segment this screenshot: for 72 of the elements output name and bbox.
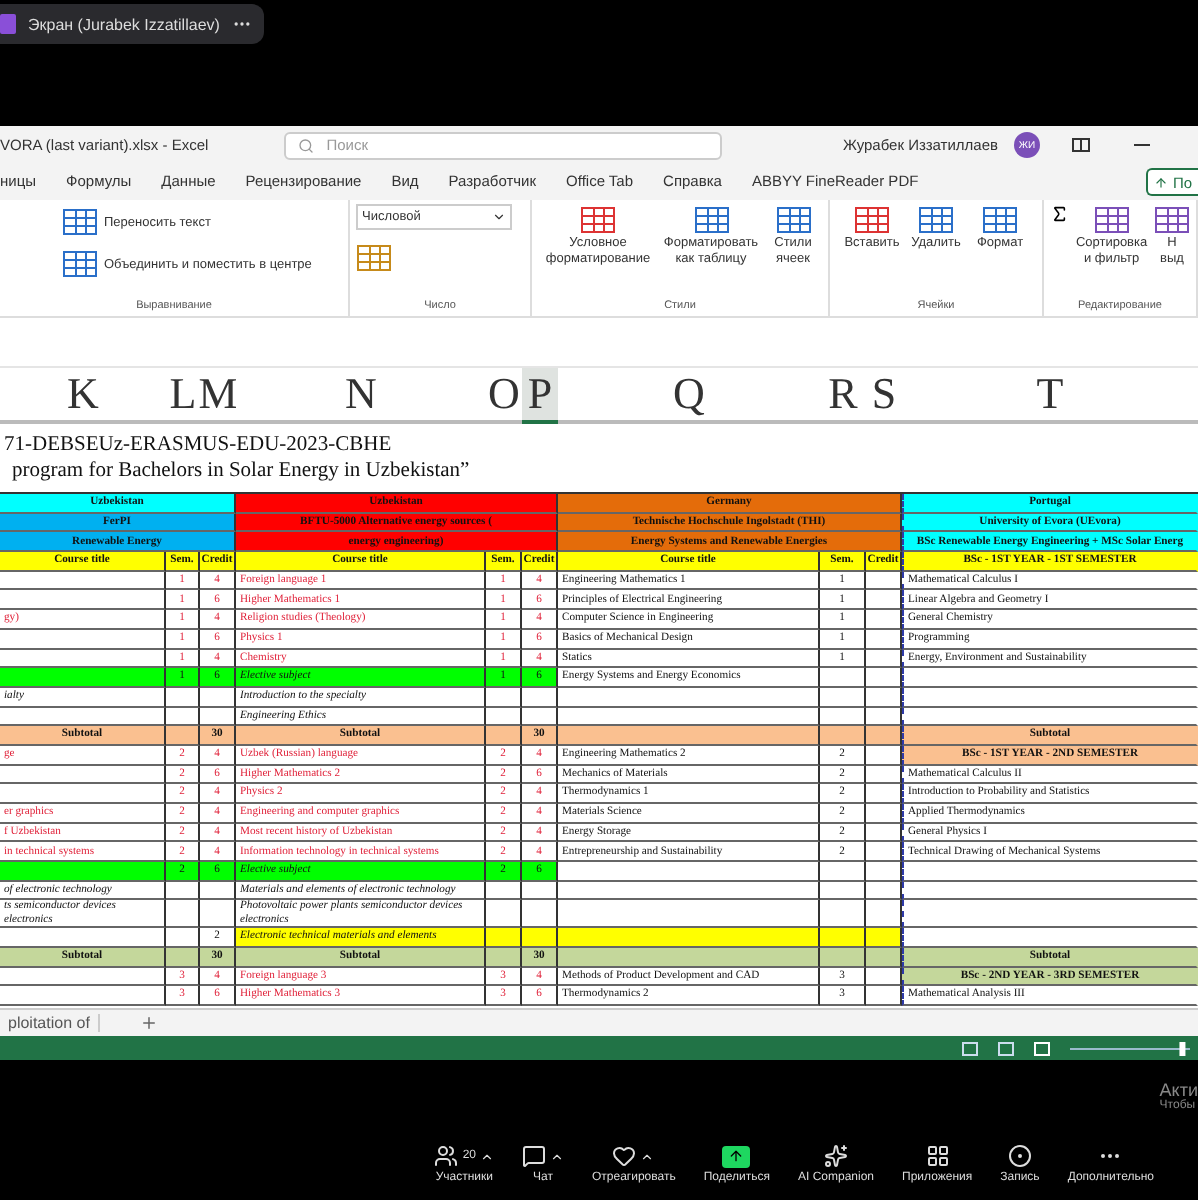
caret-icon[interactable] [550,1149,564,1163]
table-cell [820,862,866,882]
page-layout-icon[interactable] [998,1041,1014,1055]
table-cell [166,900,200,929]
table-cell [866,668,902,688]
table-cell [866,823,902,843]
table-cell [820,668,866,688]
sheet-tab[interactable]: ploitation of [0,1014,100,1032]
arrow-up-icon [1154,175,1169,189]
chat-icon [522,1144,546,1168]
table-cell [866,881,902,901]
normal-view-icon[interactable] [962,1041,978,1055]
table-cell [866,590,902,611]
column-header[interactable]: P [522,368,558,424]
table-cell [866,610,902,630]
table-cell [820,900,866,929]
zoom-slider[interactable] [1070,1041,1190,1055]
record-icon [1007,1144,1032,1168]
table-cell [200,707,236,727]
minimize-icon[interactable] [1134,143,1150,147]
table-cell [866,707,902,727]
sheet-title: program for Bachelors in Solar Energy in Uzbekistan” [10,458,472,484]
table-icon [62,248,98,280]
table-cell [820,881,866,901]
table-cell [866,967,902,987]
search-icon [298,137,315,153]
table-cell [522,687,558,708]
caret-icon[interactable] [480,1149,494,1163]
table-cell [522,881,558,901]
table-cell [200,900,236,929]
table-cell [866,842,902,863]
heart-icon [612,1144,637,1168]
screen-share-label[interactable]: Экран (Jurabek Izzatillaev) [0,4,264,44]
table-cell [866,649,902,669]
zoom-slider-thumb[interactable] [1179,1041,1186,1055]
table-cell [166,707,200,727]
table-cell [166,928,200,948]
table-cell [166,687,200,708]
table-cell [866,745,902,766]
add-sheet-icon[interactable] [139,1014,158,1032]
table-cell [486,707,522,727]
table-icon [62,206,98,238]
caret-icon[interactable] [640,1149,655,1163]
caret-icon [492,210,506,224]
share-icon [722,1145,751,1167]
people-icon [434,1144,459,1168]
table-cell [820,707,866,727]
table-cell [866,687,902,708]
table-cell [486,687,522,708]
screen-icon [0,14,16,34]
activation-notice: Акти [1159,1080,1198,1100]
table-cell [820,687,866,708]
table-cell [486,900,522,929]
table-cell [166,881,200,901]
table-cell [522,707,558,727]
sparkle-icon [824,1144,848,1168]
ribbon-display-icon[interactable] [1072,138,1090,152]
apps-icon [925,1144,950,1168]
table-cell [522,900,558,929]
table-cell [866,862,902,882]
table-cell [866,804,902,824]
sheet-title: 71-DEBSEUz-ERASMUS-EDU-2023-CBHE [2,432,394,458]
table-cell [200,687,236,708]
sum-icon [1050,204,1070,224]
table-cell [200,881,236,901]
table-cell [866,784,902,804]
page-break-icon[interactable] [1034,1041,1050,1055]
table-cell [486,881,522,901]
table-cell [866,900,902,929]
table-cell [866,765,902,785]
table-cell [866,629,902,649]
table-cell [866,571,902,591]
